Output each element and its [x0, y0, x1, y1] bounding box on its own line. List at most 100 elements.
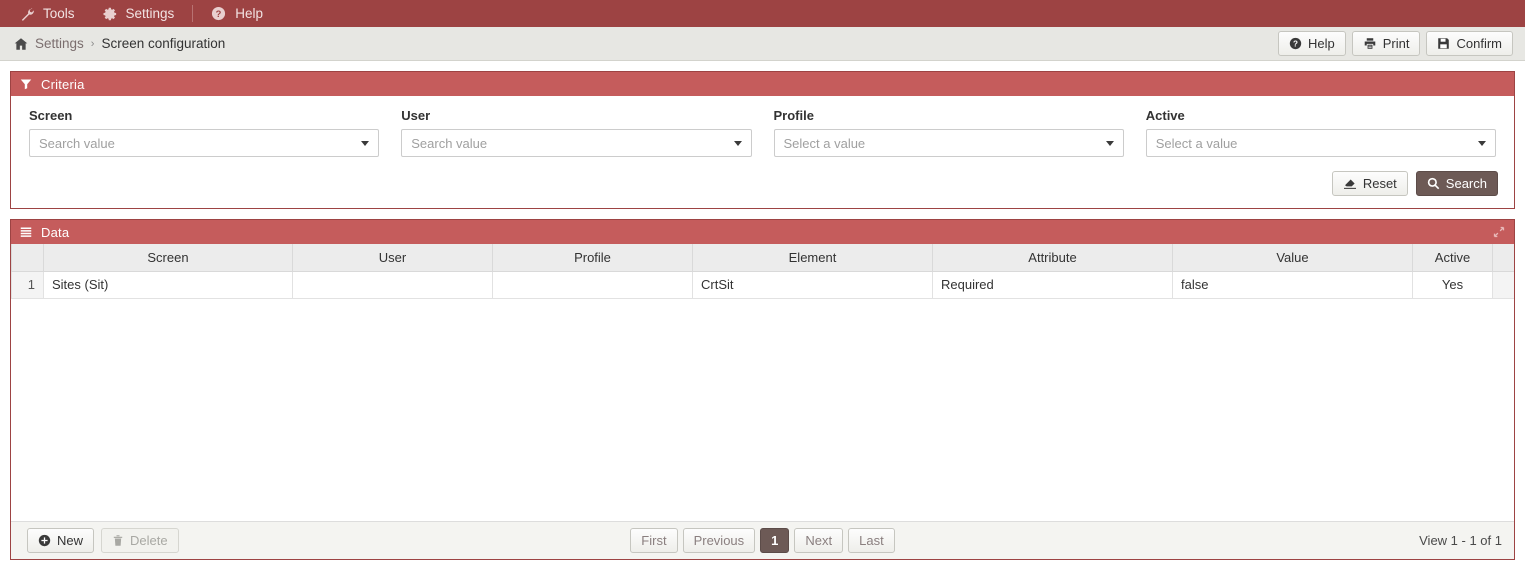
- field-active-label: Active: [1145, 108, 1185, 123]
- confirm-button-label: Confirm: [1456, 36, 1502, 51]
- top-menu-bar: Tools Settings ? Help: [0, 0, 1525, 27]
- print-button-label: Print: [1382, 36, 1410, 51]
- question-circle-icon: ?: [211, 6, 226, 21]
- row-actions: New Delete: [27, 528, 179, 553]
- delete-button-label: Delete: [130, 533, 168, 548]
- criteria-panel: Criteria Screen Search value User Search…: [10, 71, 1515, 209]
- column-header-user[interactable]: User: [292, 244, 493, 272]
- new-button[interactable]: New: [27, 528, 95, 553]
- profile-select-placeholder: Select a value: [783, 135, 866, 151]
- criteria-panel-title: Criteria: [41, 76, 85, 92]
- column-header-element[interactable]: Element: [692, 244, 933, 272]
- question-circle-icon: ?: [1289, 37, 1302, 50]
- column-header-active[interactable]: Active: [1412, 244, 1493, 272]
- breadcrumb: Settings › Screen configuration: [14, 36, 225, 51]
- confirm-button[interactable]: Confirm: [1426, 31, 1513, 56]
- table-empty-area: [11, 298, 1514, 521]
- menu-item-settings[interactable]: Settings: [89, 0, 189, 27]
- magnifier-icon: [1427, 177, 1440, 190]
- cell-attribute[interactable]: Required: [932, 270, 1173, 299]
- breadcrumb-current: Screen configuration: [101, 36, 226, 51]
- user-input-placeholder: Search value: [411, 135, 488, 151]
- user-input[interactable]: Search value: [401, 129, 752, 157]
- expand-arrows-icon[interactable]: [1493, 226, 1505, 238]
- breadcrumb-link-settings[interactable]: Settings: [35, 36, 84, 51]
- criteria-panel-header: Criteria: [11, 72, 1514, 96]
- column-header-attribute[interactable]: Attribute: [932, 244, 1173, 272]
- reset-button-label: Reset: [1362, 176, 1397, 191]
- eraser-icon: [1343, 178, 1357, 190]
- chevron-down-icon[interactable]: [361, 141, 370, 146]
- cell-user[interactable]: [292, 270, 493, 299]
- column-header-screen[interactable]: Screen: [43, 244, 293, 272]
- pagination-first[interactable]: First: [630, 528, 678, 553]
- cell-profile[interactable]: [492, 270, 693, 299]
- print-button[interactable]: Print: [1351, 31, 1421, 56]
- record-count-label: View 1 - 1 of 1: [1419, 533, 1502, 548]
- help-button[interactable]: ? Help: [1278, 31, 1346, 56]
- list-icon: [20, 226, 32, 238]
- filter-icon: [20, 78, 32, 90]
- delete-button[interactable]: Delete: [101, 528, 179, 553]
- menu-item-tools-label: Tools: [43, 6, 75, 21]
- field-screen: Screen Search value: [29, 108, 380, 157]
- criteria-fields: Screen Search value User Search value Pr…: [11, 96, 1514, 157]
- wrench-icon: [20, 7, 34, 21]
- pagination: First Previous 1 Next Last: [11, 528, 1514, 553]
- data-panel: Data Screen User Profile Element Attribu…: [10, 219, 1515, 560]
- search-button[interactable]: Search: [1415, 171, 1498, 196]
- table-row-number: 1: [11, 270, 44, 299]
- data-table: Screen User Profile Element Attribute Va…: [11, 244, 1514, 299]
- data-panel-title: Data: [41, 224, 70, 240]
- home-icon[interactable]: [14, 37, 28, 51]
- cell-active[interactable]: Yes: [1412, 270, 1493, 299]
- field-screen-label: Screen: [29, 108, 73, 123]
- column-header-profile[interactable]: Profile: [492, 244, 693, 272]
- pagination-previous[interactable]: Previous: [682, 528, 756, 553]
- gear-icon: [103, 7, 117, 21]
- menu-item-tools[interactable]: Tools: [6, 0, 89, 27]
- cell-value[interactable]: false: [1172, 270, 1413, 299]
- table-row[interactable]: 1 Sites (Sit) CrtSit Required false Yes: [11, 270, 1514, 299]
- column-header-spare-1: [1492, 244, 1514, 272]
- profile-select[interactable]: Select a value: [773, 129, 1124, 157]
- breadcrumb-separator: ›: [90, 37, 95, 50]
- help-button-label: Help: [1308, 36, 1335, 51]
- menu-divider: [192, 5, 194, 22]
- svg-text:?: ?: [216, 9, 222, 19]
- chevron-down-icon[interactable]: [1478, 141, 1486, 146]
- printer-icon: [1363, 37, 1377, 50]
- trash-icon: [112, 534, 124, 547]
- search-button-label: Search: [1445, 176, 1487, 191]
- plus-circle-icon: [38, 534, 51, 547]
- data-table-container: Screen User Profile Element Attribute Va…: [11, 244, 1514, 521]
- save-icon: [1437, 37, 1450, 50]
- active-select[interactable]: Select a value: [1145, 129, 1496, 157]
- chevron-down-icon[interactable]: [1105, 141, 1114, 146]
- pagination-page-1[interactable]: 1: [760, 528, 790, 553]
- menu-item-help[interactable]: ? Help: [197, 0, 277, 27]
- cell-screen[interactable]: Sites (Sit): [43, 270, 293, 299]
- field-profile: Profile Select a value: [773, 108, 1124, 157]
- new-button-label: New: [57, 533, 84, 548]
- table-header-row: Screen User Profile Element Attribute Va…: [11, 244, 1514, 272]
- field-profile-label: Profile: [773, 108, 814, 123]
- cell-spare-1: [1492, 270, 1514, 299]
- pagination-last[interactable]: Last: [848, 528, 895, 553]
- reset-button[interactable]: Reset: [1331, 171, 1408, 196]
- screen-input[interactable]: Search value: [29, 129, 380, 157]
- column-header-rownum: [11, 244, 44, 272]
- cell-element[interactable]: CrtSit: [692, 270, 933, 299]
- screen-input-placeholder: Search value: [39, 135, 115, 151]
- active-select-placeholder: Select a value: [1155, 135, 1238, 151]
- pagination-next[interactable]: Next: [794, 528, 844, 553]
- column-header-value[interactable]: Value: [1172, 244, 1413, 272]
- chevron-down-icon[interactable]: [733, 141, 742, 146]
- menu-item-settings-label: Settings: [125, 6, 175, 21]
- data-table-footer: New Delete First Previous 1 Next Last Vi: [11, 521, 1514, 559]
- field-user: User Search value: [401, 108, 752, 157]
- breadcrumb-bar: Settings › Screen configuration ? Help P…: [0, 27, 1525, 61]
- data-panel-header: Data: [11, 220, 1514, 244]
- breadcrumb-actions: ? Help Print Confirm: [1278, 31, 1513, 56]
- criteria-actions: Reset Search: [11, 157, 1514, 208]
